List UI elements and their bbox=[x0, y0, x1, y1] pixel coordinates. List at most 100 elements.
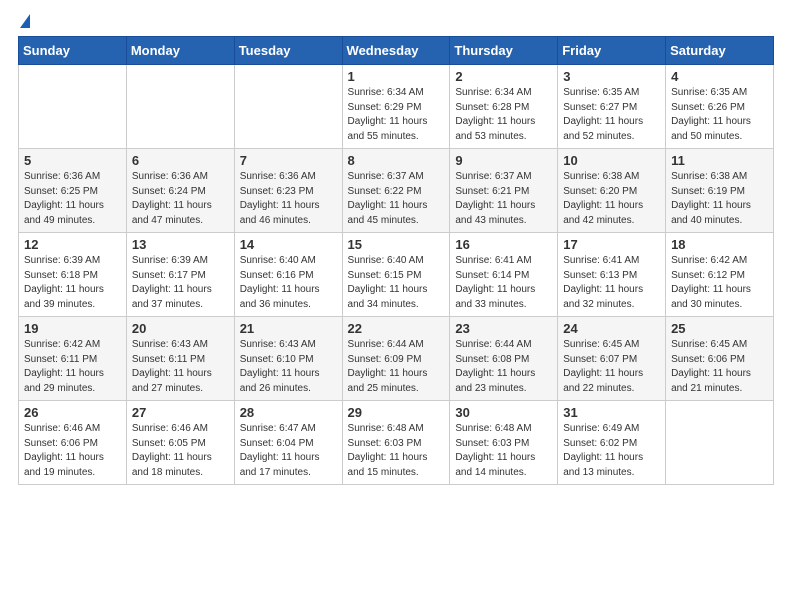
day-info: Sunrise: 6:43 AM Sunset: 6:11 PM Dayligh… bbox=[132, 338, 229, 396]
day-number: 29 bbox=[348, 405, 445, 420]
calendar-header-saturday: Saturday bbox=[666, 37, 774, 65]
calendar-cell: 29 Sunrise: 6:48 AM Sunset: 6:03 PM Dayli… bbox=[342, 401, 450, 485]
calendar-week-row: 12Sunrise: 6:39 AM Sunset: 6:18 PM Dayli… bbox=[19, 233, 774, 317]
day-info: Sunrise: 6:47 AM Sunset: 6:04 PM Dayligh… bbox=[240, 422, 337, 480]
calendar-cell: 6 Sunrise: 6:36 AM Sunset: 6:24 PM Daylig… bbox=[126, 149, 234, 233]
day-info: Sunrise: 6:48 AM Sunset: 6:03 PM Dayligh… bbox=[455, 422, 552, 480]
calendar-week-row: 1 Sunrise: 6:34 AM Sunset: 6:29 PM Daylig… bbox=[19, 65, 774, 149]
calendar-week-row: 5 Sunrise: 6:36 AM Sunset: 6:25 PM Daylig… bbox=[19, 149, 774, 233]
day-info: Sunrise: 6:39 AM Sunset: 6:18 PM Dayligh… bbox=[24, 254, 121, 312]
day-info: Sunrise: 6:43 AM Sunset: 6:10 PM Dayligh… bbox=[240, 338, 337, 396]
day-info: Sunrise: 6:46 AM Sunset: 6:05 PM Dayligh… bbox=[132, 422, 229, 480]
header bbox=[18, 18, 774, 28]
calendar-cell: 19 Sunrise: 6:42 AM Sunset: 6:11 PM Dayli… bbox=[19, 317, 127, 401]
day-info: Sunrise: 6:49 AM Sunset: 6:02 PM Dayligh… bbox=[563, 422, 660, 480]
calendar-cell: 28Sunrise: 6:47 AM Sunset: 6:04 PM Dayli… bbox=[234, 401, 342, 485]
day-info: Sunrise: 6:41 AM Sunset: 6:14 PM Dayligh… bbox=[455, 254, 552, 312]
day-number: 30 bbox=[455, 405, 552, 420]
calendar-cell: 23 Sunrise: 6:44 AM Sunset: 6:08 PM Dayli… bbox=[450, 317, 558, 401]
day-info: Sunrise: 6:40 AM Sunset: 6:15 PM Dayligh… bbox=[348, 254, 445, 312]
logo-triangle-icon bbox=[20, 14, 30, 28]
day-number: 17 bbox=[563, 237, 660, 252]
day-info: Sunrise: 6:40 AM Sunset: 6:16 PM Dayligh… bbox=[240, 254, 337, 312]
day-number: 11 bbox=[671, 153, 768, 168]
day-info: Sunrise: 6:37 AM Sunset: 6:21 PM Dayligh… bbox=[455, 170, 552, 228]
day-number: 15 bbox=[348, 237, 445, 252]
calendar-cell: 5 Sunrise: 6:36 AM Sunset: 6:25 PM Daylig… bbox=[19, 149, 127, 233]
day-info: Sunrise: 6:44 AM Sunset: 6:08 PM Dayligh… bbox=[455, 338, 552, 396]
calendar-cell: 25 Sunrise: 6:45 AM Sunset: 6:06 PM Dayli… bbox=[666, 317, 774, 401]
day-number: 21 bbox=[240, 321, 337, 336]
day-number: 20 bbox=[132, 321, 229, 336]
day-number: 19 bbox=[24, 321, 121, 336]
day-number: 18 bbox=[671, 237, 768, 252]
calendar-header-friday: Friday bbox=[558, 37, 666, 65]
page: SundayMondayTuesdayWednesdayThursdayFrid… bbox=[0, 0, 792, 503]
day-info: Sunrise: 6:45 AM Sunset: 6:07 PM Dayligh… bbox=[563, 338, 660, 396]
calendar-cell: 17Sunrise: 6:41 AM Sunset: 6:13 PM Dayli… bbox=[558, 233, 666, 317]
calendar-cell: 4Sunrise: 6:35 AM Sunset: 6:26 PM Daylig… bbox=[666, 65, 774, 149]
calendar-cell: 1 Sunrise: 6:34 AM Sunset: 6:29 PM Daylig… bbox=[342, 65, 450, 149]
day-number: 16 bbox=[455, 237, 552, 252]
calendar-cell bbox=[19, 65, 127, 149]
day-info: Sunrise: 6:44 AM Sunset: 6:09 PM Dayligh… bbox=[348, 338, 445, 396]
day-info: Sunrise: 6:34 AM Sunset: 6:29 PM Dayligh… bbox=[348, 86, 445, 144]
calendar-cell bbox=[126, 65, 234, 149]
calendar-cell: 12Sunrise: 6:39 AM Sunset: 6:18 PM Dayli… bbox=[19, 233, 127, 317]
day-number: 25 bbox=[671, 321, 768, 336]
calendar-cell bbox=[666, 401, 774, 485]
day-info: Sunrise: 6:39 AM Sunset: 6:17 PM Dayligh… bbox=[132, 254, 229, 312]
day-number: 7 bbox=[240, 153, 337, 168]
calendar-cell: 15 Sunrise: 6:40 AM Sunset: 6:15 PM Dayli… bbox=[342, 233, 450, 317]
calendar-cell: 8 Sunrise: 6:37 AM Sunset: 6:22 PM Daylig… bbox=[342, 149, 450, 233]
day-info: Sunrise: 6:36 AM Sunset: 6:24 PM Dayligh… bbox=[132, 170, 229, 228]
day-info: Sunrise: 6:36 AM Sunset: 6:25 PM Dayligh… bbox=[24, 170, 121, 228]
day-number: 3 bbox=[563, 69, 660, 84]
day-number: 31 bbox=[563, 405, 660, 420]
calendar-cell: 22Sunrise: 6:44 AM Sunset: 6:09 PM Dayli… bbox=[342, 317, 450, 401]
calendar-week-row: 26Sunrise: 6:46 AM Sunset: 6:06 PM Dayli… bbox=[19, 401, 774, 485]
calendar-cell: 20 Sunrise: 6:43 AM Sunset: 6:11 PM Dayli… bbox=[126, 317, 234, 401]
calendar-header-thursday: Thursday bbox=[450, 37, 558, 65]
day-info: Sunrise: 6:42 AM Sunset: 6:12 PM Dayligh… bbox=[671, 254, 768, 312]
day-number: 1 bbox=[348, 69, 445, 84]
calendar-cell: 31 Sunrise: 6:49 AM Sunset: 6:02 PM Dayli… bbox=[558, 401, 666, 485]
calendar-cell bbox=[234, 65, 342, 149]
calendar-header-monday: Monday bbox=[126, 37, 234, 65]
day-number: 27 bbox=[132, 405, 229, 420]
logo bbox=[18, 18, 30, 28]
day-info: Sunrise: 6:34 AM Sunset: 6:28 PM Dayligh… bbox=[455, 86, 552, 144]
calendar-cell: 2 Sunrise: 6:34 AM Sunset: 6:28 PM Daylig… bbox=[450, 65, 558, 149]
day-info: Sunrise: 6:48 AM Sunset: 6:03 PM Dayligh… bbox=[348, 422, 445, 480]
calendar-header-row: SundayMondayTuesdayWednesdayThursdayFrid… bbox=[19, 37, 774, 65]
day-number: 2 bbox=[455, 69, 552, 84]
day-number: 6 bbox=[132, 153, 229, 168]
calendar-cell: 18 Sunrise: 6:42 AM Sunset: 6:12 PM Dayli… bbox=[666, 233, 774, 317]
day-info: Sunrise: 6:45 AM Sunset: 6:06 PM Dayligh… bbox=[671, 338, 768, 396]
calendar-cell: 16 Sunrise: 6:41 AM Sunset: 6:14 PM Dayli… bbox=[450, 233, 558, 317]
calendar-cell: 10 Sunrise: 6:38 AM Sunset: 6:20 PM Dayli… bbox=[558, 149, 666, 233]
calendar-header-wednesday: Wednesday bbox=[342, 37, 450, 65]
day-number: 9 bbox=[455, 153, 552, 168]
calendar-cell: 27 Sunrise: 6:46 AM Sunset: 6:05 PM Dayli… bbox=[126, 401, 234, 485]
day-info: Sunrise: 6:42 AM Sunset: 6:11 PM Dayligh… bbox=[24, 338, 121, 396]
day-number: 23 bbox=[455, 321, 552, 336]
day-number: 13 bbox=[132, 237, 229, 252]
calendar-week-row: 19 Sunrise: 6:42 AM Sunset: 6:11 PM Dayli… bbox=[19, 317, 774, 401]
day-info: Sunrise: 6:37 AM Sunset: 6:22 PM Dayligh… bbox=[348, 170, 445, 228]
day-number: 10 bbox=[563, 153, 660, 168]
day-number: 24 bbox=[563, 321, 660, 336]
day-number: 14 bbox=[240, 237, 337, 252]
day-info: Sunrise: 6:46 AM Sunset: 6:06 PM Dayligh… bbox=[24, 422, 121, 480]
calendar-cell: 14 Sunrise: 6:40 AM Sunset: 6:16 PM Dayli… bbox=[234, 233, 342, 317]
calendar-cell: 24 Sunrise: 6:45 AM Sunset: 6:07 PM Dayli… bbox=[558, 317, 666, 401]
calendar-cell: 9 Sunrise: 6:37 AM Sunset: 6:21 PM Daylig… bbox=[450, 149, 558, 233]
calendar-cell: 30 Sunrise: 6:48 AM Sunset: 6:03 PM Dayli… bbox=[450, 401, 558, 485]
day-info: Sunrise: 6:38 AM Sunset: 6:19 PM Dayligh… bbox=[671, 170, 768, 228]
calendar-header-tuesday: Tuesday bbox=[234, 37, 342, 65]
day-info: Sunrise: 6:38 AM Sunset: 6:20 PM Dayligh… bbox=[563, 170, 660, 228]
day-number: 5 bbox=[24, 153, 121, 168]
day-number: 8 bbox=[348, 153, 445, 168]
day-info: Sunrise: 6:35 AM Sunset: 6:27 PM Dayligh… bbox=[563, 86, 660, 144]
calendar-cell: 3 Sunrise: 6:35 AM Sunset: 6:27 PM Daylig… bbox=[558, 65, 666, 149]
